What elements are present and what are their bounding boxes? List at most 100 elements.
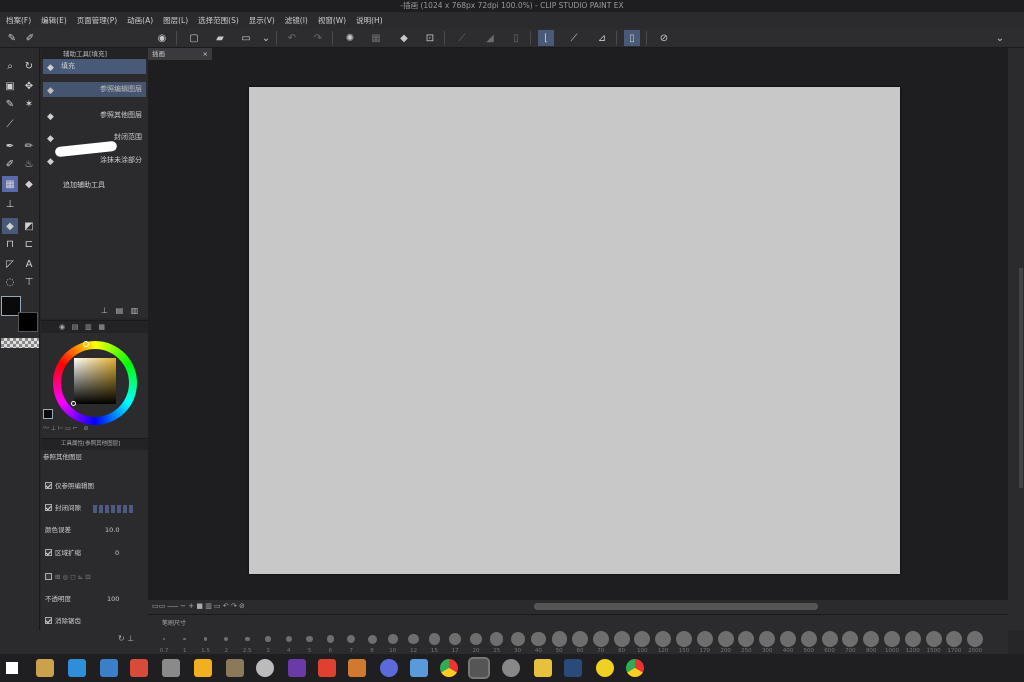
brush-size-dot[interactable] — [367, 634, 377, 644]
brush-size-dot[interactable] — [967, 631, 984, 647]
menu-animation[interactable]: 动画(A) — [127, 15, 153, 26]
pen-icon[interactable]: ✒ — [2, 138, 18, 154]
checkbox[interactable] — [45, 572, 52, 580]
brush-size-dot[interactable] — [613, 631, 630, 647]
brush-size-dot[interactable] — [510, 632, 525, 646]
ruler-icon[interactable]: ⟋ — [454, 30, 470, 46]
saturation-square[interactable] — [74, 358, 116, 404]
ruler-icon[interactable]: ◸ — [2, 256, 18, 272]
transparent-swatch[interactable] — [1, 338, 39, 348]
windows-start-icon[interactable] — [6, 662, 18, 674]
app-icon[interactable] — [100, 659, 118, 677]
vertical-scrollbar[interactable] — [1019, 268, 1023, 488]
brush-size-dot[interactable] — [285, 635, 292, 643]
brush-size-dot[interactable] — [800, 631, 817, 647]
brush-size-dot[interactable] — [387, 634, 398, 644]
chrome-icon[interactable] — [626, 659, 644, 677]
sub-color-swatch[interactable] — [18, 312, 38, 332]
brush-size-tab[interactable]: 笔刷尺寸 — [162, 618, 186, 627]
device-icon[interactable]: ▯ — [624, 30, 640, 46]
brush-size-dot[interactable] — [490, 632, 504, 646]
app-icon[interactable] — [596, 659, 614, 677]
link-icon[interactable]: ⊘ — [656, 30, 672, 46]
chevron-down-icon[interactable]: ⌄ — [992, 30, 1008, 46]
text-icon[interactable]: A — [21, 256, 37, 272]
color-panel-tabs[interactable]: ◉ ▤ ▥ ▦ — [41, 321, 148, 333]
undo-icon[interactable]: ↶ — [284, 30, 300, 46]
app-icon[interactable] — [226, 659, 244, 677]
zoom-icon[interactable]: ⌕ — [2, 58, 18, 74]
add-subtool-button[interactable]: 追加辅助工具 — [43, 178, 146, 193]
brush-size-dot[interactable] — [224, 636, 229, 642]
brush-size-dot[interactable] — [925, 631, 942, 647]
panel-actions[interactable]: ↻ ⊥ — [118, 634, 134, 643]
brush-size-dot[interactable] — [634, 631, 651, 647]
eyedropper-icon[interactable]: ⟋ — [2, 116, 18, 132]
crop-icon[interactable]: ⊡ — [422, 30, 438, 46]
canvas-tab[interactable]: 插画 × — [148, 48, 212, 60]
settings-icon[interactable]: ✺ — [342, 30, 358, 46]
operation-icon[interactable]: ▣ — [2, 78, 18, 94]
brush-size-dot[interactable] — [738, 631, 755, 647]
brush-size-dot[interactable] — [842, 631, 859, 647]
snap-special-icon[interactable]: ⟋ — [566, 30, 582, 46]
brush-size-dot[interactable] — [821, 631, 838, 647]
horizontal-scrollbar[interactable] — [534, 603, 818, 610]
eraser-icon[interactable]: ◆ — [21, 176, 37, 192]
app-icon[interactable] — [162, 659, 180, 677]
mini-main-color[interactable] — [43, 409, 53, 419]
brush-icon[interactable]: ✐ — [2, 156, 18, 172]
clip-studio-icon[interactable] — [468, 657, 490, 679]
tool-property-tab[interactable]: 工具属性[参照其他图层] — [41, 439, 148, 450]
prop-area-scaling[interactable]: 区域扩缩 0 — [45, 547, 145, 560]
brush-size-dot[interactable] — [347, 634, 356, 644]
menu-file[interactable]: 档案(F) — [6, 15, 31, 26]
brush-size-dot[interactable] — [244, 636, 250, 642]
select-icon[interactable]: ✎ — [2, 96, 18, 112]
balloon-icon[interactable]: ◌ — [2, 274, 18, 290]
brush-tool-icon[interactable]: ✎ — [4, 30, 20, 46]
fill-tool-icon[interactable]: ◆ — [2, 218, 18, 234]
app-icon[interactable] — [502, 659, 520, 677]
brush-size-dot[interactable] — [572, 631, 588, 647]
gradient-icon[interactable]: ◩ — [21, 218, 37, 234]
app-icon[interactable] — [380, 659, 398, 677]
menu-filter[interactable]: 滤镜(I) — [285, 15, 308, 26]
transform-icon[interactable]: ▦ — [368, 30, 384, 46]
app-icon[interactable] — [256, 659, 274, 677]
blend-icon[interactable]: ⊥ — [2, 196, 18, 212]
brush-size-dot[interactable] — [592, 631, 609, 647]
menu-help[interactable]: 说明(H) — [356, 15, 383, 26]
menu-selection[interactable]: 选择范围(S) — [198, 15, 239, 26]
brush-size-dot[interactable] — [863, 631, 880, 647]
prop-options[interactable]: ⊞ ◎ ◻ ⊾ ⊡ — [45, 571, 145, 584]
hue-handle[interactable] — [83, 341, 89, 347]
brush-size-dot[interactable] — [449, 633, 462, 645]
subtool-item[interactable]: ◆ 参照其他图层 — [43, 108, 146, 123]
brush-size-dot[interactable] — [265, 636, 271, 642]
checkbox[interactable] — [45, 548, 52, 556]
app-icon[interactable] — [68, 659, 86, 677]
brush-size-dot[interactable] — [531, 631, 546, 647]
app-icon[interactable] — [130, 659, 148, 677]
frame-border-icon[interactable]: ⊏ — [21, 236, 37, 252]
subtool-item[interactable]: ◆ 填充 — [43, 59, 146, 74]
redo-icon[interactable]: ↷ — [310, 30, 326, 46]
move-icon[interactable]: ✥ — [21, 78, 37, 94]
brush-size-dot[interactable] — [428, 633, 440, 645]
checkbox[interactable] — [45, 481, 52, 489]
app-icon[interactable] — [36, 659, 54, 677]
subtool-item[interactable]: ◆ 参照编辑图层 — [43, 82, 146, 97]
chrome-icon[interactable] — [440, 659, 458, 677]
correct-line-icon[interactable]: ⊤ — [21, 274, 37, 290]
brush-size-dot[interactable] — [469, 632, 483, 646]
gradient-icon[interactable]: ◢ — [482, 30, 498, 46]
new-icon[interactable]: ▢ — [186, 30, 202, 46]
prop-antialias[interactable]: 消除锯齿 — [45, 615, 145, 628]
steam-icon[interactable] — [564, 659, 582, 677]
brush-size-dot[interactable] — [759, 631, 776, 647]
folder-icon[interactable] — [534, 659, 552, 677]
rotate-icon[interactable]: ↻ — [21, 58, 37, 74]
prop-close-gap[interactable]: 封闭间隙 — [45, 502, 145, 515]
app-icon[interactable] — [348, 659, 366, 677]
